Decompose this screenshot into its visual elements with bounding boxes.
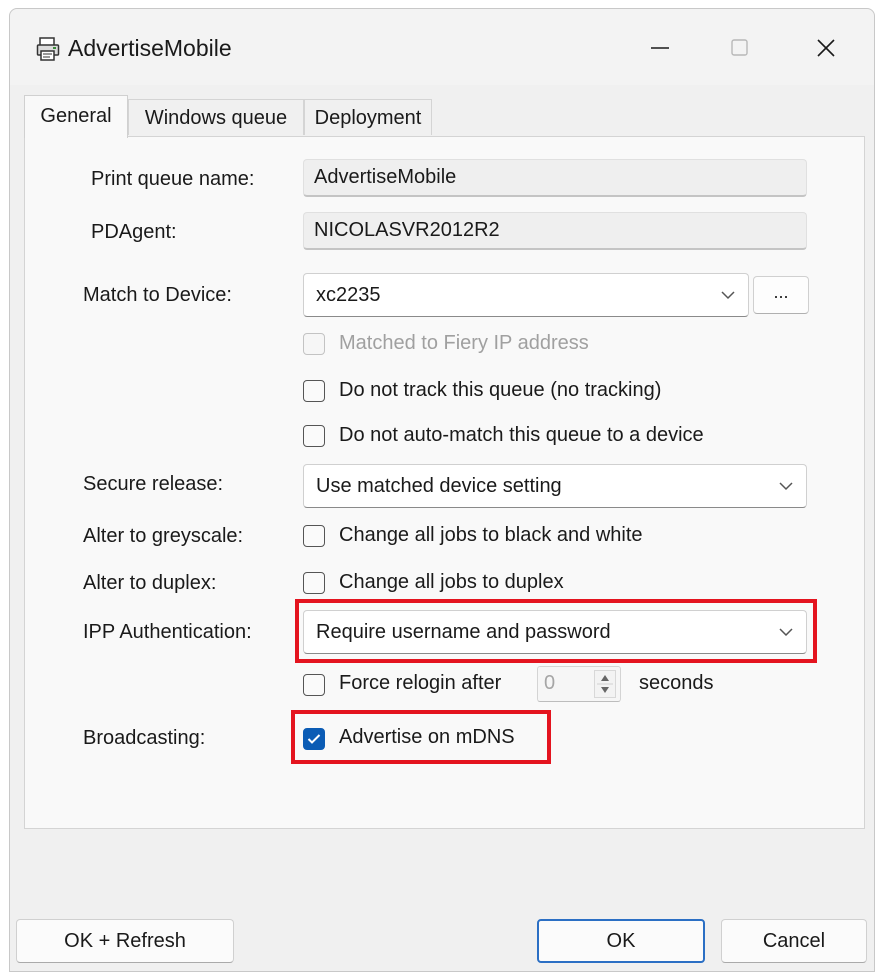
force-relogin-checkbox[interactable]: [303, 674, 325, 696]
dialog-window: AdvertiseMobile General Windows queue De…: [9, 8, 875, 972]
tab-windows-queue[interactable]: Windows queue: [128, 99, 304, 135]
print-queue-name-field: AdvertiseMobile: [303, 159, 807, 197]
duplex-checkbox-label: Change all jobs to duplex: [339, 571, 564, 593]
pdagent-field: NICOLASVR2012R2: [303, 212, 807, 250]
matched-fiery-checkbox[interactable]: [303, 333, 325, 355]
close-button[interactable]: [796, 23, 856, 73]
printer-icon: [36, 37, 60, 61]
ipp-auth-value: Require username and password: [316, 621, 611, 643]
advertise-mdns-checkbox[interactable]: [303, 728, 325, 750]
ipp-auth-label: IPP Authentication:: [83, 621, 252, 643]
cancel-button[interactable]: Cancel: [721, 919, 867, 963]
greyscale-label: Alter to greyscale:: [83, 525, 244, 547]
window-title: AdvertiseMobile: [68, 35, 232, 61]
advertise-mdns-label: Advertise on mDNS: [339, 726, 515, 748]
relogin-seconds-unit: seconds: [639, 672, 714, 694]
greyscale-checkbox[interactable]: [303, 525, 325, 547]
tab-general[interactable]: General: [24, 95, 128, 138]
print-queue-name-label: Print queue name:: [91, 168, 255, 190]
secure-release-value: Use matched device setting: [316, 475, 562, 497]
chevron-down-icon: [721, 291, 735, 300]
spinner-arrows[interactable]: [594, 670, 616, 698]
maximize-button[interactable]: [710, 23, 770, 73]
pdagent-label: PDAgent:: [91, 221, 177, 243]
tab-deployment[interactable]: Deployment: [304, 99, 432, 135]
title-bar[interactable]: AdvertiseMobile: [10, 9, 874, 85]
match-to-device-label: Match to Device:: [83, 284, 232, 306]
spinner-up-down-icon: [597, 675, 613, 693]
no-auto-match-label: Do not auto-match this queue to a device: [339, 424, 704, 446]
no-tracking-label: Do not track this queue (no tracking): [339, 379, 662, 401]
minimize-icon: [651, 47, 669, 49]
browse-device-button[interactable]: ...: [753, 276, 809, 314]
match-to-device-combo[interactable]: xc2235: [303, 273, 749, 317]
minimize-button[interactable]: [630, 23, 690, 73]
ok-button[interactable]: OK: [537, 919, 705, 963]
secure-release-label: Secure release:: [83, 473, 224, 495]
ipp-auth-combo[interactable]: Require username and password: [303, 610, 807, 654]
ok-refresh-button[interactable]: OK + Refresh: [16, 919, 234, 963]
maximize-icon: [731, 39, 748, 56]
duplex-checkbox[interactable]: [303, 572, 325, 594]
match-to-device-value: xc2235: [316, 284, 381, 306]
relogin-seconds-spinner[interactable]: 0: [537, 666, 621, 702]
force-relogin-label: Force relogin after: [339, 672, 502, 694]
broadcasting-label: Broadcasting:: [83, 727, 206, 749]
relogin-seconds-value: 0: [544, 672, 556, 694]
general-tab-panel: Print queue name: AdvertiseMobile PDAgen…: [24, 136, 865, 829]
chevron-down-icon: [779, 482, 793, 491]
no-auto-match-checkbox[interactable]: [303, 425, 325, 447]
duplex-label: Alter to duplex:: [83, 572, 217, 594]
greyscale-checkbox-label: Change all jobs to black and white: [339, 524, 643, 546]
matched-fiery-label: Matched to Fiery IP address: [339, 332, 589, 354]
secure-release-combo[interactable]: Use matched device setting: [303, 464, 807, 508]
close-icon: [817, 39, 835, 57]
checkmark-icon: [307, 734, 321, 744]
chevron-down-icon: [779, 628, 793, 637]
no-tracking-checkbox[interactable]: [303, 380, 325, 402]
